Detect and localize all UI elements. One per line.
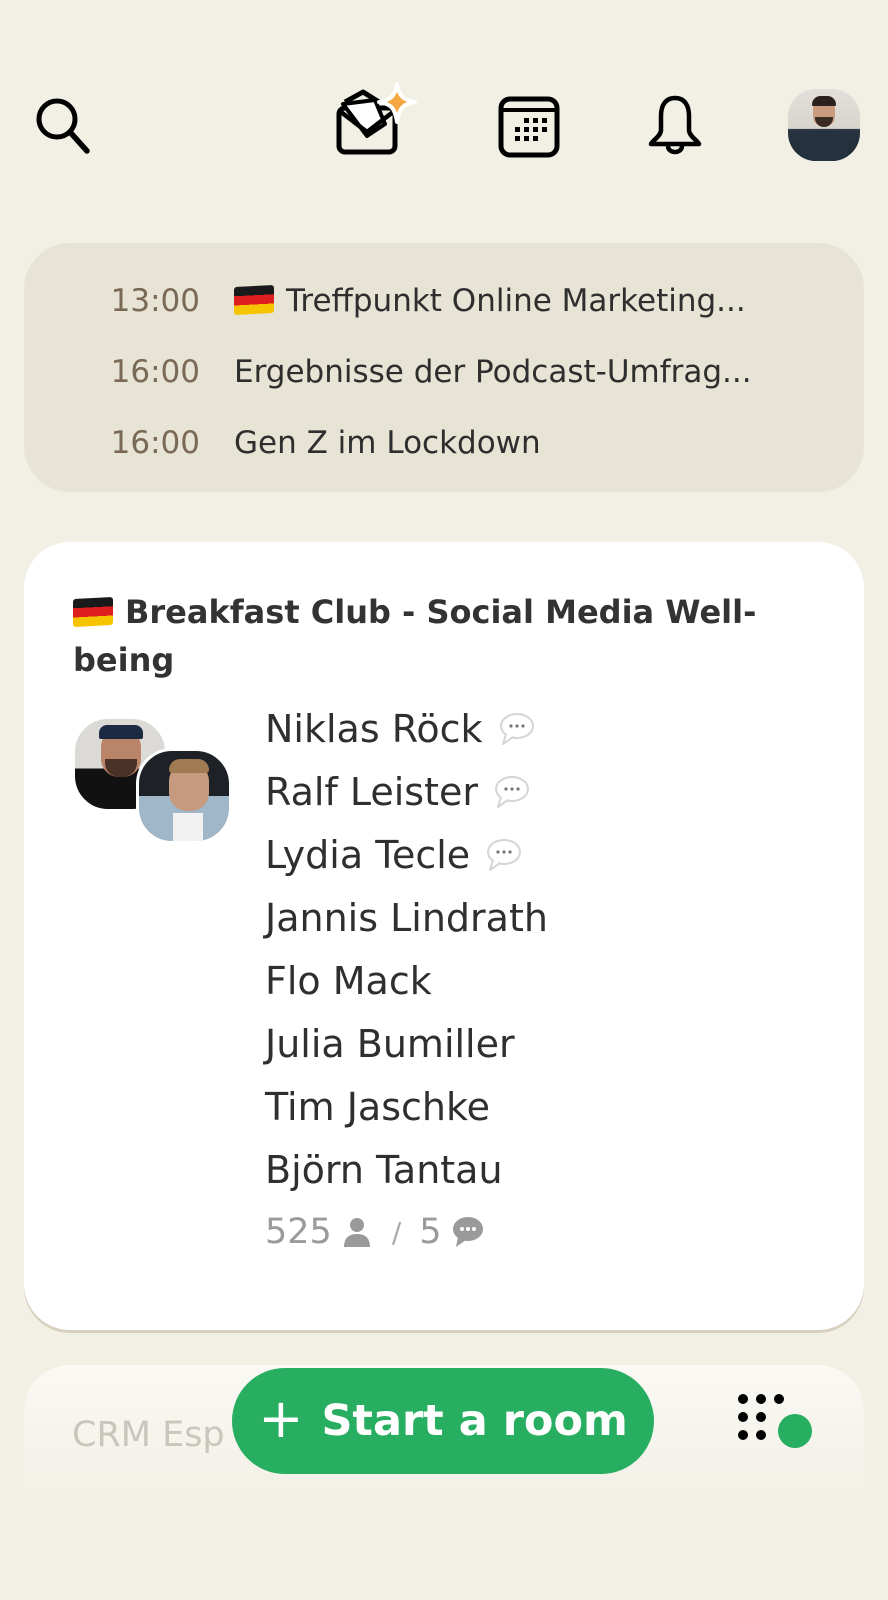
speaker-name: Julia Bumiller (265, 1021, 515, 1066)
speech-bubble-icon (499, 712, 534, 745)
room-title: Breakfast Club - Social Media Well-being (73, 593, 757, 679)
german-flag-icon (234, 284, 274, 315)
top-bar (0, 80, 888, 170)
start-room-label: Start a room (321, 1396, 628, 1446)
speaker-name: Lydia Tecle (265, 832, 471, 877)
invite-button[interactable] (335, 80, 425, 165)
speaker-item: Julia Bumiller (265, 1012, 548, 1075)
bell-icon (648, 95, 702, 155)
speaker-name: Flo Mack (265, 958, 432, 1003)
room-stats: 525 / 5 (265, 1201, 548, 1263)
speaker-item: Björn Tantau (265, 1138, 548, 1201)
speaker-avatars (72, 716, 242, 851)
calendar-button[interactable] (494, 92, 564, 162)
speech-bubble-icon (487, 838, 522, 871)
speaker-item: Ralf Leister (265, 760, 548, 823)
speaker-name: Jannis Lindrath (265, 895, 548, 940)
online-indicator-icon (778, 1414, 812, 1448)
speaker-item: Flo Mack (265, 949, 548, 1012)
calendar-icon (498, 96, 560, 158)
search-button[interactable] (28, 90, 98, 160)
upcoming-event[interactable]: 16:00 Ergebnisse der Podcast-Umfrag... (24, 336, 864, 407)
event-title: Gen Z im Lockdown (234, 424, 541, 461)
notifications-button[interactable] (640, 92, 710, 162)
hallway-screen: 13:00 Treffpunkt Online Marketing... 16:… (0, 0, 888, 1600)
chat-bubble-icon (452, 1217, 483, 1247)
speaker-list: Niklas Röck Ralf Leister Lydia Tecle Jan… (265, 697, 548, 1263)
person-icon (343, 1218, 370, 1247)
event-time: 13:00 (110, 282, 200, 319)
plus-icon: + (258, 1387, 304, 1450)
backchannel-button[interactable] (735, 1393, 817, 1453)
speaker-name: Niklas Röck (265, 706, 483, 751)
start-room-button[interactable]: + Start a room (232, 1368, 654, 1474)
german-flag-icon (73, 596, 113, 628)
envelope-sparkle-icon (336, 82, 417, 155)
event-time: 16:00 (110, 353, 200, 390)
profile-button[interactable] (788, 89, 860, 161)
stats-separator: / (391, 1215, 402, 1249)
speaker-count: 5 (419, 1212, 442, 1252)
search-icon (36, 98, 90, 154)
upcoming-event[interactable]: 16:00 Gen Z im Lockdown (24, 407, 864, 478)
event-title: Ergebnisse der Podcast-Umfrag... (234, 353, 752, 390)
upcoming-event[interactable]: 13:00 Treffpunkt Online Marketing... (24, 265, 864, 336)
speaker-item: Jannis Lindrath (265, 886, 548, 949)
speaker-item: Niklas Röck (265, 697, 548, 760)
speaker-name: Tim Jaschke (265, 1084, 490, 1129)
speech-bubble-icon (495, 775, 530, 808)
profile-avatar (788, 89, 860, 161)
listener-count: 525 (265, 1212, 332, 1252)
room-title: CRM Esp (72, 1415, 225, 1455)
speaker-item: Tim Jaschke (265, 1075, 548, 1138)
dots-grid-icon (738, 1394, 812, 1448)
speaker-name: Ralf Leister (265, 769, 479, 814)
upcoming-events-card[interactable]: 13:00 Treffpunkt Online Marketing... 16:… (24, 243, 864, 492)
event-title: Treffpunkt Online Marketing... (286, 282, 746, 319)
speaker-item: Lydia Tecle (265, 823, 548, 886)
speaker-name: Björn Tantau (265, 1147, 503, 1192)
speaker-avatar (136, 748, 232, 844)
event-time: 16:00 (110, 424, 200, 461)
room-card[interactable]: Breakfast Club - Social Media Well-being… (24, 542, 864, 1330)
